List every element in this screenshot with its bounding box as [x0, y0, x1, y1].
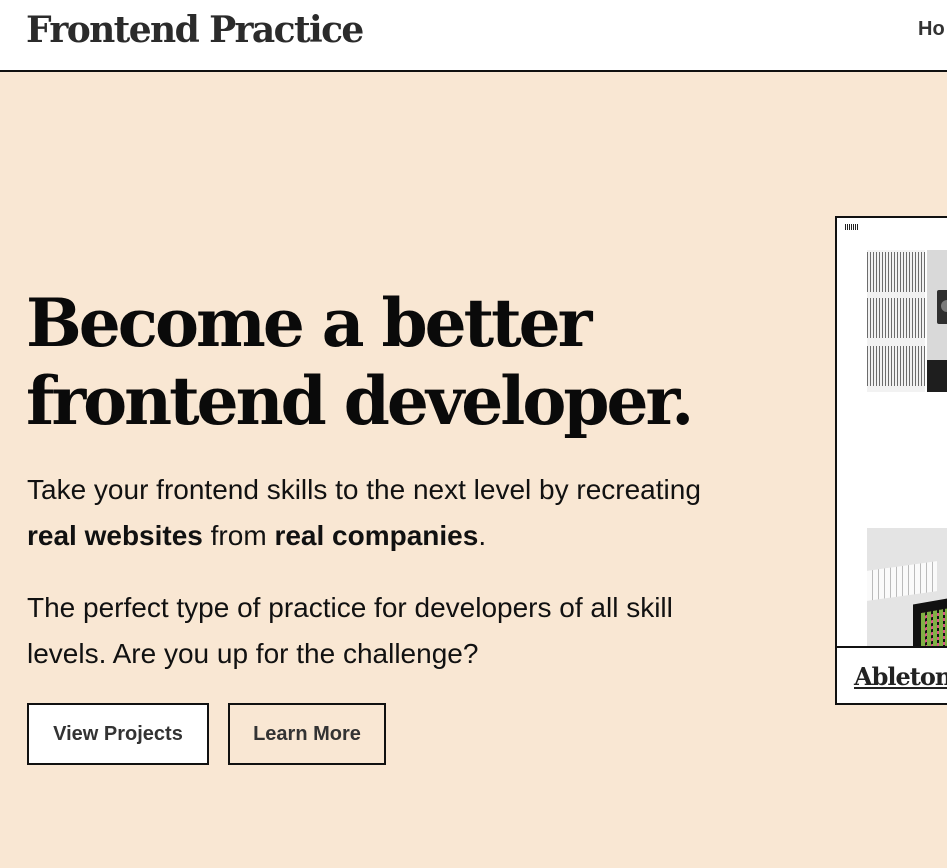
intro-emphasis-websites: real websites: [27, 520, 203, 551]
hero-title-line-1: Become a better: [26, 284, 592, 362]
hero-intro-paragraph: Take your frontend skills to the next le…: [27, 467, 727, 559]
hero-title-line-2: frontend developer.: [26, 362, 694, 440]
pad-grid: [921, 602, 947, 646]
hero-challenge-paragraph: The perfect type of practice for develop…: [27, 592, 673, 669]
nav-link-home[interactable]: Ho: [918, 18, 945, 41]
project-card-label[interactable]: Ableton: [854, 662, 947, 691]
intro-text-2: from: [202, 520, 275, 551]
keyboard-image: [867, 561, 937, 601]
mini-logo-image: [845, 224, 859, 230]
speaker-image: [927, 250, 947, 392]
music-gear-image: [867, 528, 947, 646]
hero-title: Become a better frontend developer.: [26, 284, 726, 440]
waveform-row: [867, 252, 925, 292]
waveform-row: [867, 346, 925, 386]
waveform-image: [867, 250, 925, 392]
site-header: Frontend Practice Ho: [0, 0, 947, 72]
project-screenshot[interactable]: [837, 218, 947, 648]
view-projects-button[interactable]: View Projects: [27, 703, 209, 765]
site-logo[interactable]: Frontend Practice: [26, 9, 364, 51]
waveform-row: [867, 298, 925, 338]
intro-text-1: Take your frontend skills to the next le…: [27, 474, 701, 505]
intro-emphasis-companies: real companies: [274, 520, 479, 551]
intro-text-3: .: [478, 520, 487, 551]
speaker-cone: [941, 300, 947, 312]
project-card-ableton[interactable]: Ableton: [835, 216, 947, 705]
speaker-stand: [927, 360, 947, 392]
controller-pad-image: [913, 591, 947, 646]
learn-more-button[interactable]: Learn More: [228, 703, 386, 765]
